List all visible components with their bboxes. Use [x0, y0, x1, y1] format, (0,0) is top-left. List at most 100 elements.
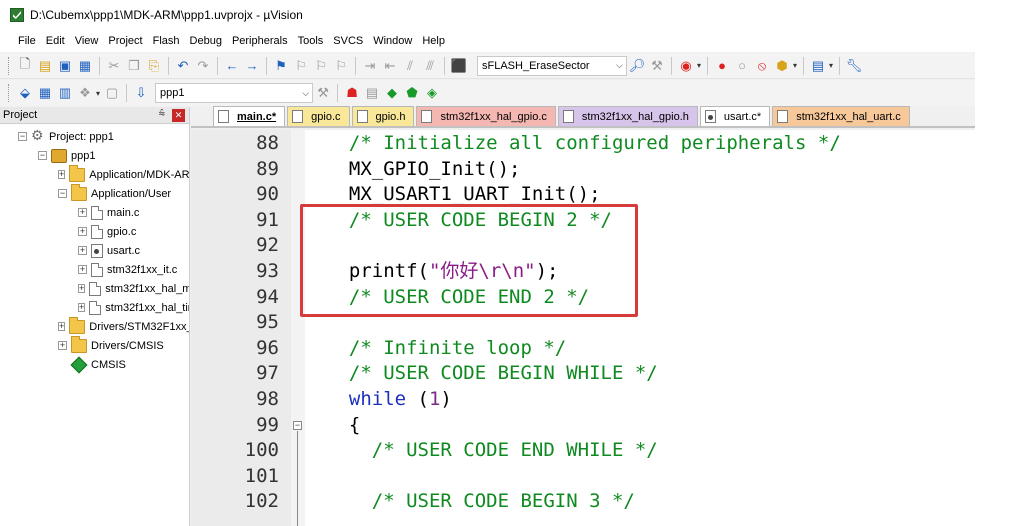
- bookmark-toggle-icon[interactable]: ⚑: [271, 56, 291, 76]
- code-line[interactable]: /* USER CODE END WHILE */: [326, 438, 658, 463]
- breakpoint-disable-all-icon[interactable]: ⦸: [752, 56, 772, 76]
- undo-icon[interactable]: ↶: [173, 56, 193, 76]
- menu-flash[interactable]: Flash: [153, 35, 180, 47]
- menu-debug[interactable]: Debug: [190, 35, 222, 47]
- chevron-down-icon[interactable]: ▾: [697, 61, 701, 70]
- code-line[interactable]: while (1): [326, 387, 452, 412]
- chevron-down-icon[interactable]: ▾: [829, 61, 833, 70]
- rebuild-icon[interactable]: ▥: [55, 83, 75, 103]
- bookmark-next-icon[interactable]: ⚐: [311, 56, 331, 76]
- incremental-find-icon[interactable]: ⚒: [647, 56, 667, 76]
- find-icon[interactable]: 🔎︎: [627, 56, 647, 76]
- load-download-icon[interactable]: ⇩: [131, 83, 151, 103]
- indent-icon[interactable]: ⇥: [360, 56, 380, 76]
- expand-icon[interactable]: +: [58, 341, 67, 350]
- code-line[interactable]: {: [326, 413, 360, 438]
- expand-icon[interactable]: +: [78, 303, 86, 312]
- bookmark-clear-icon[interactable]: ⚐: [331, 56, 351, 76]
- collapse-icon[interactable]: −: [18, 132, 27, 141]
- menu-window[interactable]: Window: [373, 35, 412, 47]
- stm32cubemx-icon[interactable]: ◈: [422, 83, 442, 103]
- project-tree-item[interactable]: + usart.c: [78, 241, 140, 260]
- find-in-files-icon[interactable]: ⬛: [449, 56, 469, 76]
- menu-view[interactable]: View: [75, 35, 99, 47]
- new-file-icon[interactable]: 🗋: [15, 56, 35, 76]
- editor-tab[interactable]: stm32f1xx_hal_gpio.c: [416, 106, 556, 126]
- bookmark-prev-icon[interactable]: ⚐: [291, 56, 311, 76]
- toolbar-grip[interactable]: [8, 84, 11, 102]
- flash-function-select[interactable]: sFLASH_EraseSector ⌵: [477, 55, 627, 76]
- project-tree-item[interactable]: − Project: ppp1: [18, 127, 114, 146]
- save-icon[interactable]: ▣: [55, 56, 75, 76]
- expand-icon[interactable]: +: [78, 265, 87, 274]
- paste-icon[interactable]: ⎘: [144, 56, 164, 76]
- code-line[interactable]: /* USER CODE BEGIN WHILE */: [326, 361, 658, 386]
- editor-tab[interactable]: usart.c*: [699, 106, 771, 126]
- cut-icon[interactable]: ✂: [104, 56, 124, 76]
- menu-edit[interactable]: Edit: [46, 35, 65, 47]
- expand-icon[interactable]: +: [58, 170, 66, 179]
- chevron-down-icon[interactable]: ⌵: [616, 60, 623, 71]
- code-line[interactable]: /* Infinite loop */: [326, 336, 566, 361]
- breakpoint-kill-all-icon[interactable]: ⬢: [772, 56, 792, 76]
- expand-icon[interactable]: +: [78, 284, 86, 293]
- project-tree-item[interactable]: + stm32f1xx_hal_msp.c: [78, 279, 189, 298]
- editor-tab[interactable]: stm32f1xx_hal_gpio.h: [557, 106, 698, 126]
- unindent-icon[interactable]: ⇤: [380, 56, 400, 76]
- build-icon[interactable]: ▦: [35, 83, 55, 103]
- expand-icon[interactable]: +: [78, 208, 87, 217]
- code-line[interactable]: /* Initialize all configured peripherals…: [326, 131, 841, 156]
- fold-collapse-icon[interactable]: −: [293, 420, 302, 430]
- collapse-icon[interactable]: −: [58, 189, 67, 198]
- editor-tab[interactable]: gpio.c: [287, 106, 350, 126]
- manage-rte-icon[interactable]: ◆: [382, 83, 402, 103]
- chevron-down-icon[interactable]: ▾: [96, 89, 100, 98]
- menu-project[interactable]: Project: [108, 35, 142, 47]
- expand-icon[interactable]: +: [78, 227, 87, 236]
- breakpoint-insert-icon[interactable]: ●: [712, 56, 732, 76]
- menu-tools[interactable]: Tools: [298, 35, 324, 47]
- code-editor[interactable]: 88 89 90 91 92 93 94 95 96 97 98 99 100 101 102 − /* I…: [191, 130, 975, 526]
- pin-icon[interactable]: ⩯: [159, 108, 165, 121]
- menu-peripherals[interactable]: Peripherals: [232, 35, 288, 47]
- project-tree-item[interactable]: + stm32f1xx_it.c: [78, 260, 177, 279]
- comment-icon[interactable]: ⫽: [400, 56, 420, 76]
- menu-svcs[interactable]: SVCS: [333, 35, 363, 47]
- code-line[interactable]: /* USER CODE BEGIN 3 */: [326, 489, 635, 514]
- configure-wrench-icon[interactable]: 🔧︎: [844, 56, 864, 76]
- editor-tab[interactable]: gpio.h: [351, 106, 415, 126]
- manage-project-items-icon[interactable]: ☗: [342, 83, 362, 103]
- build-target-select[interactable]: ppp1 ⌵: [155, 83, 314, 103]
- menu-file[interactable]: File: [18, 35, 36, 47]
- uncomment-icon[interactable]: ⫻: [420, 56, 440, 76]
- pack-installer-icon[interactable]: ⬟: [402, 83, 422, 103]
- toolbar-grip[interactable]: [8, 56, 11, 75]
- expand-icon[interactable]: +: [58, 322, 66, 331]
- window-layout-icon[interactable]: ▤: [808, 56, 828, 76]
- translate-icon[interactable]: ⬙: [15, 83, 35, 103]
- select-software-packs-icon[interactable]: ▤: [362, 83, 382, 103]
- editor-tab[interactable]: stm32f1xx_hal_uart.c: [772, 106, 910, 126]
- project-tree-item[interactable]: CMSIS: [58, 355, 126, 374]
- redo-icon[interactable]: ↷: [193, 56, 213, 76]
- navigate-forward-icon[interactable]: →: [242, 56, 262, 76]
- batch-build-icon[interactable]: ❖: [75, 83, 95, 103]
- save-all-icon[interactable]: ▦: [75, 56, 95, 76]
- project-tree-item[interactable]: + main.c: [78, 203, 139, 222]
- debug-session-icon[interactable]: ◉: [676, 56, 696, 76]
- target-options-icon[interactable]: ⚒: [313, 83, 333, 103]
- chevron-down-icon[interactable]: ▾: [793, 61, 797, 70]
- project-tree-item[interactable]: + stm32f1xx_hal_timebase_tim.c: [78, 298, 189, 317]
- project-tree-item[interactable]: − ppp1: [38, 146, 95, 165]
- code-line[interactable]: MX_GPIO_Init();: [326, 157, 521, 182]
- breakpoint-disable-icon[interactable]: ○: [732, 56, 752, 76]
- project-tree-item[interactable]: + gpio.c: [78, 222, 136, 241]
- navigate-back-icon[interactable]: ←: [222, 56, 242, 76]
- editor-tab[interactable]: main.c*: [213, 106, 286, 126]
- collapse-icon[interactable]: −: [38, 151, 47, 160]
- project-tree-item[interactable]: + Drivers/STM32F1xx_HAL_Driver: [58, 317, 189, 336]
- project-tree-item[interactable]: + Application/MDK-ARM: [58, 165, 189, 184]
- open-folder-icon[interactable]: ▤: [35, 56, 55, 76]
- menu-help[interactable]: Help: [422, 35, 445, 47]
- project-tree-item[interactable]: + Drivers/CMSIS: [58, 336, 164, 355]
